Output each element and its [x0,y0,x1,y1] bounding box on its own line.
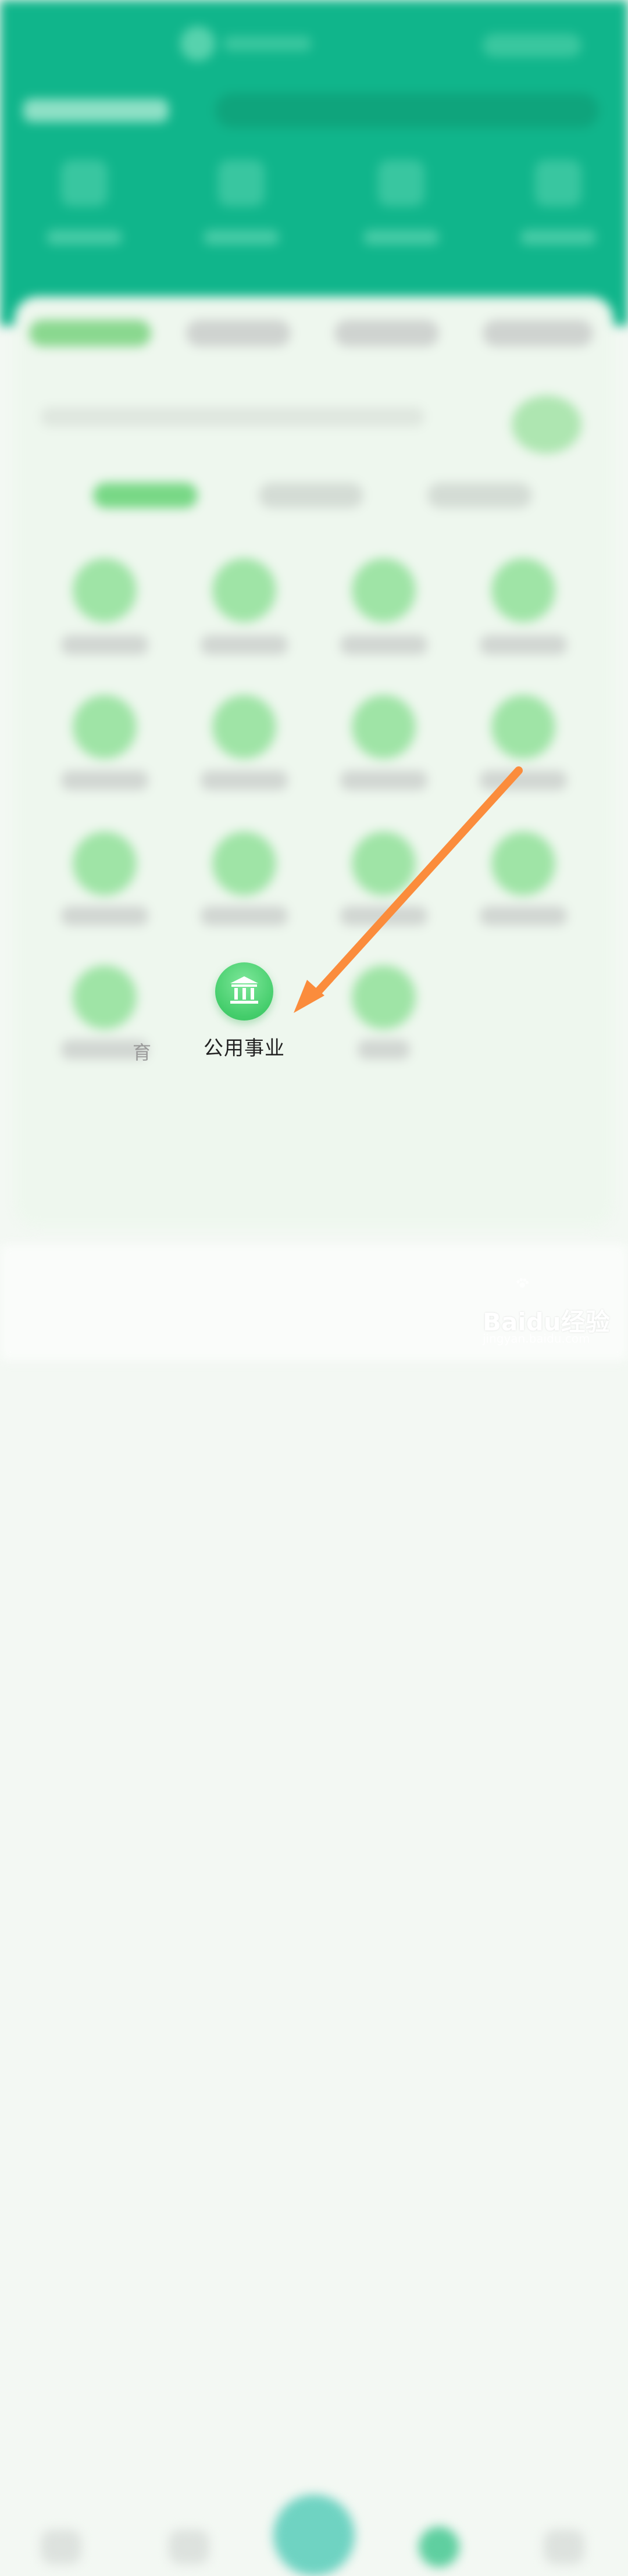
arrow-shaft [310,766,523,1000]
watermark-url: jingyan.baidu.com [483,1332,590,1346]
annotation-arrow [294,766,523,1013]
nav-center-button[interactable] [273,2495,355,2576]
nav-item[interactable] [169,2529,209,2564]
baidu-paw-icon [516,1278,529,1288]
nav-item[interactable] [544,2529,584,2564]
nav-item-active[interactable] [419,2527,459,2567]
nav-item[interactable] [41,2529,81,2564]
